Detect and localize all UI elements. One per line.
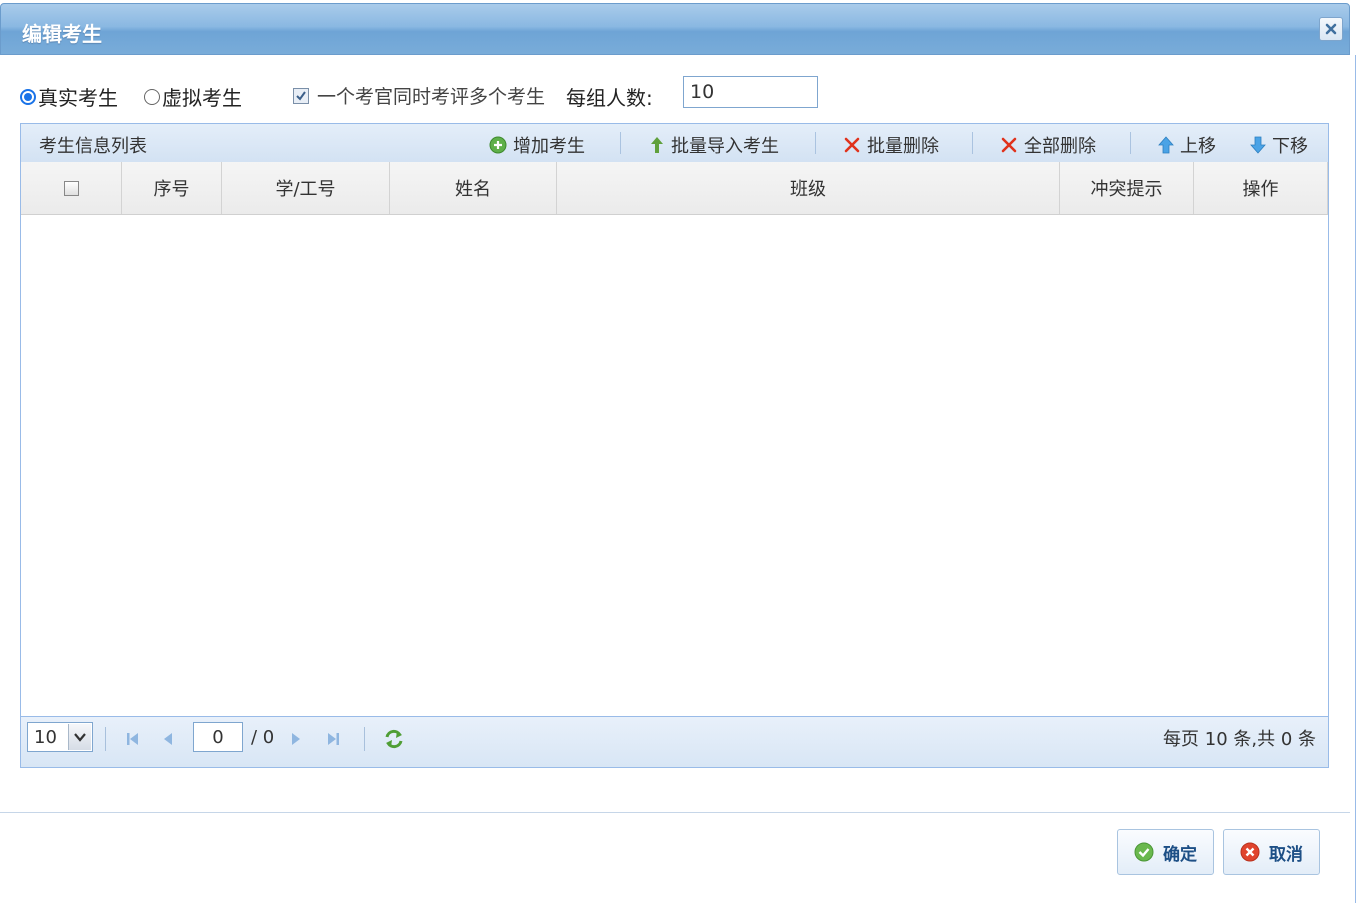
cancel-button[interactable]: 取消 xyxy=(1223,829,1320,875)
header-col-conflict[interactable]: 冲突提示 xyxy=(1060,162,1194,214)
ok-button[interactable]: 确定 xyxy=(1117,829,1214,875)
add-circle-icon xyxy=(489,136,507,154)
first-page-button[interactable] xyxy=(125,731,141,751)
chevron-down-icon xyxy=(67,724,91,750)
pager-separator xyxy=(364,727,365,751)
grid-toolbar: 考生信息列表 增加考生 批量导入考生 批量删除 全部删除 上移 下移 xyxy=(21,124,1328,163)
last-page-button[interactable] xyxy=(325,731,341,751)
prev-page-icon xyxy=(164,733,172,745)
page-size-value: 10 xyxy=(34,726,57,748)
radio-selected-icon xyxy=(20,88,36,105)
toolbar-separator xyxy=(1130,132,1131,154)
group-size-label: 每组人数: xyxy=(566,86,653,110)
radio-virtual-examinee[interactable]: 虚拟考生 xyxy=(144,82,242,111)
total-pages: / 0 xyxy=(251,727,275,748)
arrow-up-green-icon xyxy=(651,137,663,153)
select-all-checkbox[interactable] xyxy=(63,180,79,196)
delete-all-label: 全部删除 xyxy=(1024,136,1096,157)
arrow-up-blue-icon xyxy=(1158,136,1174,154)
header-col-name[interactable]: 姓名 xyxy=(390,162,557,214)
refresh-button[interactable] xyxy=(383,728,405,754)
multi-examinee-checkbox[interactable]: 一个考官同时考评多个考生 xyxy=(293,82,545,109)
radio-unselected-icon xyxy=(144,88,160,105)
current-page-input[interactable] xyxy=(193,722,243,752)
dialog-title: 编辑考生 xyxy=(22,22,102,46)
header-col-id[interactable]: 学/工号 xyxy=(222,162,390,214)
batch-import-button[interactable]: 批量导入考生 xyxy=(649,132,779,158)
radio-real-label: 真实考生 xyxy=(38,86,118,110)
check-circle-icon xyxy=(1134,842,1154,862)
next-page-icon xyxy=(292,733,300,745)
grid-caption: 考生信息列表 xyxy=(39,136,147,157)
move-up-button[interactable]: 上移 xyxy=(1158,132,1216,158)
delete-all-button[interactable]: 全部删除 xyxy=(1000,132,1096,158)
ok-label: 确定 xyxy=(1163,844,1197,865)
examinee-grid: 考生信息列表 增加考生 批量导入考生 批量删除 全部删除 上移 下移 序号 学/… xyxy=(20,123,1329,768)
toolbar-separator xyxy=(815,132,816,154)
prev-page-button[interactable] xyxy=(161,731,175,751)
dialog-title-bar: 编辑考生 xyxy=(0,3,1350,55)
refresh-icon xyxy=(385,729,403,749)
close-icon xyxy=(1325,23,1337,35)
last-page-icon xyxy=(328,733,339,745)
batch-delete-label: 批量删除 xyxy=(867,136,939,157)
arrow-down-blue-icon xyxy=(1250,136,1266,154)
delete-x-icon xyxy=(844,137,860,153)
page-size-select[interactable]: 10 xyxy=(27,722,93,752)
header-col-class[interactable]: 班级 xyxy=(557,162,1060,214)
radio-virtual-label: 虚拟考生 xyxy=(162,86,242,110)
close-button[interactable] xyxy=(1319,17,1343,41)
next-page-button[interactable] xyxy=(289,731,303,751)
radio-real-examinee[interactable]: 真实考生 xyxy=(20,82,118,111)
move-down-label: 下移 xyxy=(1272,136,1308,157)
footer-divider xyxy=(0,812,1350,813)
batch-delete-button[interactable]: 批量删除 xyxy=(843,132,939,158)
group-size-input[interactable] xyxy=(683,76,818,108)
toolbar-separator xyxy=(620,132,621,154)
header-col-index[interactable]: 序号 xyxy=(122,162,222,214)
move-up-label: 上移 xyxy=(1180,136,1216,157)
pager-separator xyxy=(105,727,106,751)
cancel-label: 取消 xyxy=(1269,844,1303,865)
toolbar-separator xyxy=(972,132,973,154)
header-col-action[interactable]: 操作 xyxy=(1194,162,1328,214)
checkbox-checked-icon xyxy=(293,87,309,104)
first-page-icon xyxy=(127,733,138,745)
add-examinee-button[interactable]: 增加考生 xyxy=(489,132,585,158)
cancel-circle-icon xyxy=(1240,842,1260,862)
grid-pager: 10 / 0 xyxy=(21,716,1328,767)
header-select-all-cell xyxy=(21,162,122,214)
delete-x-icon xyxy=(1001,137,1017,153)
add-examinee-label: 增加考生 xyxy=(513,136,585,157)
batch-import-label: 批量导入考生 xyxy=(671,136,779,157)
options-row: 真实考生 虚拟考生 一个考官同时考评多个考生 每组人数: xyxy=(20,76,840,112)
multi-examinee-label: 一个考官同时考评多个考生 xyxy=(317,86,546,108)
move-down-button[interactable]: 下移 xyxy=(1250,132,1308,158)
grid-body xyxy=(21,215,1328,718)
grid-header: 序号 学/工号 姓名 班级 冲突提示 操作 xyxy=(21,162,1328,215)
pager-info: 每页 10 条,共 0 条 xyxy=(1163,729,1316,750)
